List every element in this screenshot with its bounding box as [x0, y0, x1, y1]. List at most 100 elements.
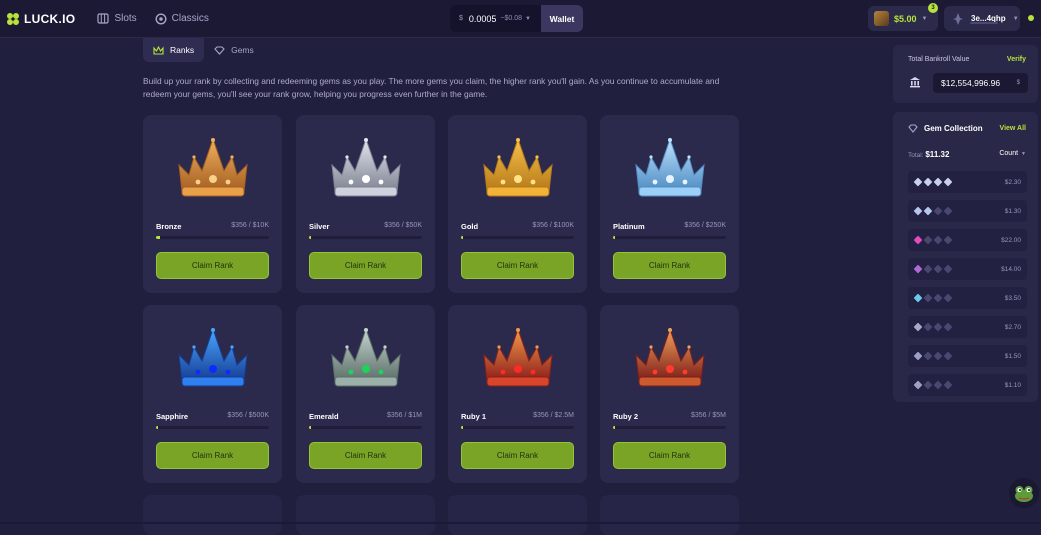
nav-classics-label: Classics — [171, 13, 209, 24]
rank-progress-text: $356 / $1M — [386, 412, 422, 419]
gem-icon — [933, 235, 943, 245]
wallet-selector[interactable]: $ 0.0005 ~$0.08 ▼ Wallet — [450, 5, 583, 32]
bankroll-panel: Total Bankroll Value Verify $12,554,996.… — [893, 45, 1038, 103]
nav-classics[interactable]: Classics — [155, 12, 209, 25]
gem-icon — [933, 264, 943, 274]
tab-ranks[interactable]: Ranks — [143, 38, 205, 62]
gem-icon — [923, 322, 933, 332]
rank-progress-text: $356 / $50K — [384, 222, 422, 229]
rank-name: Platinum — [613, 222, 645, 231]
chat-bot-avatar[interactable] — [1009, 478, 1039, 508]
gem-value: $2.30 — [1004, 178, 1021, 186]
gem-icon — [923, 235, 933, 245]
crown-icon — [483, 327, 553, 387]
user-chip[interactable]: 3e...4qhp ▼ — [944, 6, 1020, 31]
bankroll-value: $12,554,996.96 — [941, 78, 1001, 88]
rank-progress-fill — [309, 426, 311, 429]
claim-rank-button[interactable]: Claim Rank — [613, 442, 726, 469]
gem-icon — [933, 351, 943, 361]
sort-dropdown[interactable]: Count ▼ — [999, 150, 1026, 157]
crown-icon — [635, 327, 705, 387]
brand-name: LUCK.IO — [24, 11, 76, 26]
rank-progress-text: $356 / $500K — [227, 412, 269, 419]
gem-row[interactable]: $1.30 — [908, 200, 1027, 222]
gem-value: $1.10 — [1004, 381, 1021, 389]
chevron-down-icon[interactable]: ▼ — [525, 16, 531, 22]
crown-icon — [178, 137, 248, 197]
wallet-button[interactable]: Wallet — [541, 5, 583, 32]
gem-row[interactable]: $3.50 — [908, 287, 1027, 309]
gem-icon — [923, 264, 933, 274]
rank-progress-fill — [613, 426, 615, 429]
claim-rank-button[interactable]: Claim Rank — [309, 442, 422, 469]
gem-row[interactable]: $2.70 — [908, 316, 1027, 338]
rank-progress-text: $356 / $250K — [684, 222, 726, 229]
rank-progress-text: $356 / $2.5M — [533, 412, 574, 419]
view-all-link[interactable]: View All — [1000, 125, 1026, 132]
gem-icons — [913, 293, 954, 303]
main-nav: Slots Classics — [97, 12, 226, 25]
tab-gems[interactable]: Gems — [204, 38, 264, 62]
gem-icon — [943, 380, 953, 390]
claim-rank-button[interactable]: Claim Rank — [156, 442, 269, 469]
gem-icon — [943, 264, 953, 274]
gem-icon — [908, 124, 918, 133]
claim-rank-button[interactable]: Claim Rank — [156, 252, 269, 279]
gem-icon — [913, 380, 923, 390]
gem-icon — [913, 177, 923, 187]
gem-row[interactable]: $1.10 — [908, 374, 1027, 396]
gem-row[interactable]: $2.30 — [908, 171, 1027, 193]
gem-icon — [913, 235, 923, 245]
gem-icons — [913, 264, 954, 274]
gem-value: $22.00 — [1001, 236, 1021, 244]
gem-icons — [913, 206, 954, 216]
gem-icon — [214, 45, 225, 55]
rank-progress-bar — [461, 236, 574, 239]
gem-icon — [913, 322, 923, 332]
clover-logo-icon — [7, 12, 19, 25]
rank-card-placeholder — [600, 495, 739, 535]
rank-progress-fill — [613, 236, 615, 239]
claim-rank-button[interactable]: Claim Rank — [461, 252, 574, 279]
crown-icon — [331, 327, 401, 387]
gem-collection-title: Gem Collection — [924, 124, 983, 133]
bankroll-label: Total Bankroll Value — [908, 56, 970, 63]
rank-progress-text: $356 / $10K — [231, 222, 269, 229]
gem-icons — [913, 235, 954, 245]
logo[interactable]: LUCK.IO — [6, 12, 75, 26]
user-avatar-icon — [953, 12, 963, 25]
gem-icons — [913, 322, 954, 332]
bankroll-value-box: $12,554,996.96 $ — [933, 73, 1028, 93]
claim-rank-button[interactable]: Claim Rank — [309, 252, 422, 279]
wallet-currency: $ — [459, 15, 463, 22]
nav-slots-label: Slots — [114, 13, 137, 24]
gem-row[interactable]: $14.00 — [908, 258, 1027, 280]
gem-row[interactable]: $1.50 — [908, 345, 1027, 367]
chevron-down-icon[interactable]: ▼ — [922, 16, 928, 22]
rank-name: Ruby 1 — [461, 412, 487, 421]
rank-progress-bar — [613, 236, 726, 239]
gem-total-value: $11.32 — [925, 150, 950, 159]
chevron-down-icon[interactable]: ▼ — [1013, 16, 1019, 22]
nav-slots[interactable]: Slots — [97, 13, 137, 24]
bank-icon — [910, 77, 920, 88]
rank-progress-fill — [461, 426, 463, 429]
claim-rank-button[interactable]: Claim Rank — [613, 252, 726, 279]
gem-collection-panel: Gem Collection View All Total: $11.32 Co… — [893, 112, 1038, 402]
tab-ranks-label: Ranks — [170, 45, 195, 55]
verify-link[interactable]: Verify — [1007, 56, 1026, 63]
gem-icon — [923, 206, 933, 216]
gem-value: $1.30 — [1004, 207, 1021, 215]
slots-icon — [97, 13, 110, 24]
rank-name: Sapphire — [156, 412, 189, 421]
gem-icon — [943, 235, 953, 245]
claim-rank-button[interactable]: Claim Rank — [461, 442, 574, 469]
online-status-dot — [1028, 15, 1034, 21]
chevron-down-icon: ▼ — [1021, 151, 1026, 157]
classics-icon — [155, 12, 167, 25]
gem-icons — [913, 351, 954, 361]
rank-card-placeholder — [143, 495, 282, 535]
gem-row[interactable]: $22.00 — [908, 229, 1027, 251]
crown-icon — [331, 137, 401, 197]
rank-card: Silver $356 / $50K Claim Rank — [296, 115, 435, 293]
